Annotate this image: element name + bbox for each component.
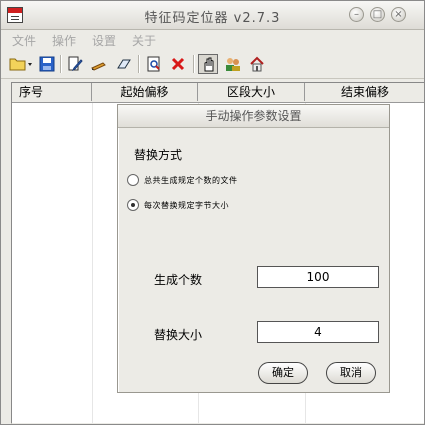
radio-button[interactable] [127, 174, 139, 186]
menu-bar: 文件 操作 设置 关于 [1, 30, 424, 50]
eraser-icon[interactable] [113, 54, 133, 74]
radio-button-selected[interactable] [127, 199, 139, 211]
delete-icon[interactable] [168, 54, 188, 74]
menu-settings[interactable]: 设置 [92, 32, 116, 49]
column-header-end-offset[interactable]: 结束偏移 [305, 83, 424, 101]
size-label: 替换大小 [154, 328, 203, 342]
cancel-button[interactable]: 取消 [326, 362, 376, 384]
toolbar-separator [60, 55, 62, 73]
menu-operate[interactable]: 操作 [52, 32, 76, 49]
grid-line [92, 103, 93, 423]
main-window: 特征码定位器 v2.7.3 – □ × 文件 操作 设置 关于 序号 起始偏移 … [0, 0, 425, 425]
count-input[interactable]: 100 [257, 266, 379, 288]
toolbar-separator [138, 55, 140, 73]
toolbar [1, 51, 424, 79]
title-bar[interactable]: 特征码定位器 v2.7.3 – □ × [1, 1, 424, 30]
replace-mode-label: 替换方式 [134, 148, 183, 162]
menu-about[interactable]: 关于 [132, 32, 156, 49]
pencil-icon[interactable] [89, 54, 109, 74]
radio-option-label: 每次替换规定字节大小 [144, 201, 229, 210]
home-icon[interactable] [247, 54, 267, 74]
save-icon[interactable] [37, 54, 57, 74]
minimize-button[interactable]: – [349, 7, 364, 22]
table-header: 序号 起始偏移 区段大小 结束偏移 [12, 83, 424, 103]
radio-option-label: 总共生成规定个数的文件 [144, 176, 238, 185]
column-header-segment-size[interactable]: 区段大小 [198, 83, 305, 101]
hand-icon[interactable] [198, 54, 218, 74]
size-input[interactable]: 4 [257, 321, 379, 343]
users-icon[interactable] [223, 54, 243, 74]
search-doc-icon[interactable] [144, 54, 164, 74]
maximize-button[interactable]: □ [370, 7, 385, 22]
ok-button[interactable]: 确定 [258, 362, 308, 384]
column-header-index[interactable]: 序号 [12, 83, 92, 101]
column-header-start-offset[interactable]: 起始偏移 [92, 83, 198, 101]
edit-icon[interactable] [65, 54, 85, 74]
open-folder-icon[interactable] [7, 54, 35, 74]
manual-params-dialog: 手动操作参数设置 替换方式 总共生成规定个数的文件 每次替换规定字节大小 生成个… [117, 104, 390, 393]
dialog-title[interactable]: 手动操作参数设置 [118, 105, 389, 128]
close-button[interactable]: × [391, 7, 406, 22]
toolbar-separator [193, 55, 195, 73]
count-label: 生成个数 [154, 273, 203, 287]
menu-file[interactable]: 文件 [12, 32, 36, 49]
